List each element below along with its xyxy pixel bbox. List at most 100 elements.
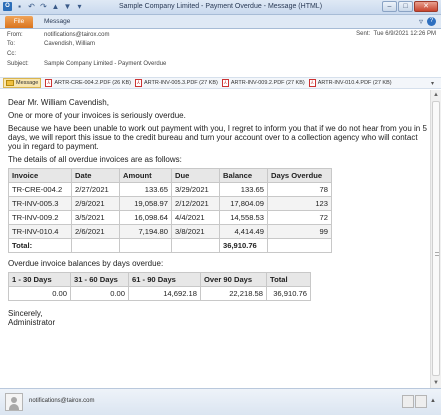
- window-controls: – □ ✕: [382, 1, 438, 12]
- attachment-pdf[interactable]: ⅄ ARTR-INV-009.2.PDF (27 KB): [221, 79, 305, 87]
- column-header: Date: [71, 168, 120, 183]
- table-row: TR-CRE-004.2 2/27/2021 133.65 3/29/2021 …: [8, 182, 332, 197]
- table-cell: 14,692.18: [128, 286, 201, 301]
- table-cell: TR-INV-005.3: [8, 196, 72, 211]
- column-header: Amount: [119, 168, 172, 183]
- collapse-ribbon-icon[interactable]: ▿: [419, 17, 423, 26]
- person-icon[interactable]: [415, 395, 427, 408]
- ribbon-right-icons: ▿ ?: [419, 17, 436, 26]
- tab-file[interactable]: File: [5, 16, 33, 28]
- column-header: Invoice: [8, 168, 72, 183]
- window-title: Sample Company Limited - Payment Overdue…: [118, 3, 323, 10]
- table-cell: 3/5/2021: [71, 210, 120, 225]
- attachment-pdf[interactable]: ⅄ ARTR-INV-005.3.PDF (27 KB): [134, 79, 218, 87]
- tab-message[interactable]: Message: [44, 18, 70, 25]
- cc-label: Cc:: [7, 51, 16, 57]
- expand-people-pane-icon[interactable]: ▲: [430, 398, 436, 404]
- table-header-row: 1 - 30 Days 31 - 60 Days 61 - 90 Days Ov…: [8, 272, 311, 287]
- body-line-2: Because we have been unable to work out …: [8, 124, 427, 151]
- sent-info: Sent: Tue 6/9/2021 12:26 PM: [356, 31, 436, 37]
- table-cell: 4,414.49: [219, 224, 268, 239]
- table-row: TR-INV-005.3 2/9/2021 19,058.97 2/12/202…: [8, 196, 332, 211]
- table-cell: 2/12/2021: [171, 196, 220, 211]
- table-cell: 3/8/2021: [171, 224, 220, 239]
- body-line-3: The details of all overdue invoices are …: [8, 155, 182, 164]
- attachment-pdf[interactable]: ⅄ ARTR-INV-010.4.PDF (27 KB): [308, 79, 392, 87]
- scroll-down-icon[interactable]: ▼: [431, 378, 441, 388]
- table-row: TR-INV-009.2 3/5/2021 16,098.64 4/4/2021…: [8, 210, 332, 225]
- column-header: Due: [171, 168, 220, 183]
- maximize-button[interactable]: □: [398, 1, 413, 12]
- column-header: 1 - 30 Days: [8, 272, 71, 287]
- column-header: Days Overdue: [267, 168, 332, 183]
- table-cell: 22,218.58: [200, 286, 267, 301]
- body-line-1: One or more of your invoices is seriousl…: [8, 111, 186, 120]
- ribbon: File Message ▿ ?: [0, 15, 441, 29]
- scroll-thumb[interactable]: [432, 101, 440, 376]
- table-cell: [71, 238, 120, 253]
- to-row: To: Cavendish, William: [7, 41, 95, 47]
- avatar[interactable]: [5, 393, 23, 411]
- total-label: Total:: [8, 238, 72, 253]
- table-header-row: Invoice Date Amount Due Balance Days Ove…: [8, 168, 332, 183]
- table-cell: TR-INV-009.2: [8, 210, 72, 225]
- attachments-dropdown-icon[interactable]: ▾: [431, 80, 434, 87]
- attachment-message[interactable]: Message: [3, 78, 42, 88]
- table-cell: 19,058.97: [119, 196, 172, 211]
- table-cell: 14,558.53: [219, 210, 268, 225]
- table-cell: 133.65: [219, 182, 268, 197]
- attachment-label: Message: [16, 80, 39, 86]
- table-cell: 78: [267, 182, 332, 197]
- table-cell: TR-CRE-004.2: [8, 182, 72, 197]
- close-button[interactable]: ✕: [414, 1, 438, 12]
- attachment-label: ARTR-INV-009.2.PDF (27 KB): [230, 80, 305, 86]
- scroll-up-icon[interactable]: ▲: [431, 90, 441, 100]
- table-cell: 2/27/2021: [71, 182, 120, 197]
- table-cell: 72: [267, 210, 332, 225]
- table-cell: 4/4/2021: [171, 210, 220, 225]
- column-header: Over 90 Days: [200, 272, 267, 287]
- help-icon[interactable]: ?: [427, 17, 436, 26]
- greeting: Dear Mr. William Cavendish,: [8, 98, 109, 107]
- attachment-label: ARTR-INV-010.4.PDF (27 KB): [317, 80, 392, 86]
- attachment-label: ARTR-INV-005.3.PDF (27 KB): [143, 80, 218, 86]
- table-cell: 0.00: [8, 286, 71, 301]
- grip-icon: [435, 252, 439, 256]
- table-cell: [171, 238, 220, 253]
- table-cell: 2/9/2021: [71, 196, 120, 211]
- from-value[interactable]: notifications@tairox.com: [44, 32, 109, 38]
- table-row: TR-INV-010.4 2/6/2021 7,194.80 3/8/2021 …: [8, 224, 332, 239]
- to-value[interactable]: Cavendish, William: [44, 41, 95, 47]
- subject-label: Subject:: [7, 61, 29, 67]
- to-label: To:: [7, 41, 16, 47]
- total-row: Total: 36,910.76: [8, 238, 332, 253]
- person-icon[interactable]: [402, 395, 414, 408]
- attachments-bar: Message ⅄ ARTR-CRE-004.2.PDF (26 KB) ⅄ A…: [0, 77, 441, 89]
- column-header: 61 - 90 Days: [128, 272, 201, 287]
- attachment-pdf[interactable]: ⅄ ARTR-CRE-004.2.PDF (26 KB): [45, 79, 131, 87]
- attachment-label: ARTR-CRE-004.2.PDF (26 KB): [54, 80, 131, 86]
- people-pane: notifications@tairox.com ▲: [0, 388, 441, 415]
- message-header: From: notifications@tairox.com To: Cavendi…: [0, 29, 441, 77]
- table-cell: 99: [267, 224, 332, 239]
- from-row: From: notifications@tairox.com: [7, 32, 109, 38]
- table-cell: 123: [267, 196, 332, 211]
- subject-row: Subject: Sample Company Limited - Payment…: [7, 61, 166, 67]
- envelope-icon: [6, 80, 14, 86]
- invoice-table: Invoice Date Amount Due Balance Days Ove…: [8, 168, 332, 253]
- people-thumbnails: [402, 395, 427, 408]
- column-header: Balance: [219, 168, 268, 183]
- column-header: Total: [266, 272, 311, 287]
- minimize-button[interactable]: –: [382, 1, 397, 12]
- table-cell: 7,194.80: [119, 224, 172, 239]
- title-bar: O ▪ ↶ ↷ ▲ ▼ ▾ Sample Company Limited - P…: [0, 0, 441, 15]
- message-body: Dear Mr. William Cavendish, One or more …: [0, 90, 430, 388]
- pdf-icon: ⅄: [134, 79, 142, 87]
- table-cell: 2/6/2021: [71, 224, 120, 239]
- table-cell: 16,098.64: [119, 210, 172, 225]
- table-cell: [267, 238, 332, 253]
- sender-email[interactable]: notifications@tairox.com: [29, 398, 94, 404]
- cc-row: Cc:: [7, 51, 44, 57]
- vertical-scrollbar[interactable]: ▲ ▼: [430, 90, 441, 388]
- table-cell: 133.65: [119, 182, 172, 197]
